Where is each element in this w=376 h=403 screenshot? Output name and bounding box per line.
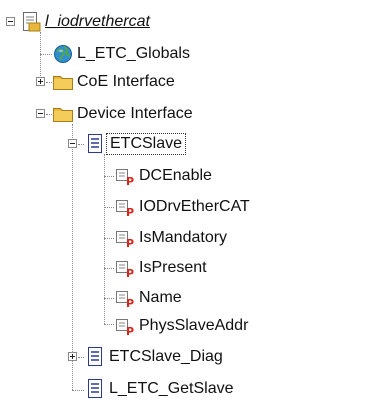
collapse-toggle-device-interface[interactable] xyxy=(36,109,45,118)
tree-node-label: Device Interface xyxy=(77,105,193,122)
tree-node-label-selected: ETCSlave xyxy=(106,133,187,155)
tree-node-label: L_ETC_Globals xyxy=(77,45,190,62)
tree-node-label: CoE Interface xyxy=(77,73,175,90)
folder-icon xyxy=(52,71,74,93)
tree-node-device-interface[interactable]: Device Interface xyxy=(52,100,196,128)
tree-node-label: ETCSlave_Diag xyxy=(109,348,223,365)
tree-node-property[interactable]: P Name xyxy=(114,284,185,312)
svg-text:P: P xyxy=(126,206,134,218)
tree-node-property[interactable]: P IODrvEtherCAT xyxy=(114,193,253,221)
tree-connector xyxy=(104,207,114,208)
function-block-icon xyxy=(84,346,106,368)
tree-connector xyxy=(72,124,73,390)
property-icon: P xyxy=(114,315,136,337)
library-document-icon xyxy=(20,11,42,33)
expand-toggle-coe-interface[interactable] xyxy=(36,77,45,86)
svg-text:P: P xyxy=(126,297,134,309)
tree-node-globals[interactable]: L_ETC_Globals xyxy=(52,40,193,68)
svg-text:P: P xyxy=(126,325,134,337)
property-icon: P xyxy=(114,287,136,309)
tree-node-label: l_iodrvethercat xyxy=(45,13,150,30)
library-tree: l_iodrvethercat L_ETC_Globals CoE Interf… xyxy=(0,0,376,403)
tree-connector xyxy=(104,238,114,239)
tree-node-label: Name xyxy=(139,289,182,306)
tree-connector xyxy=(104,298,114,299)
tree-node-property[interactable]: P IsPresent xyxy=(114,254,210,282)
tree-node-label: PhysSlaveAddr xyxy=(139,317,249,334)
function-block-icon xyxy=(84,133,106,155)
svg-text:P: P xyxy=(126,175,134,187)
svg-text:P: P xyxy=(126,267,134,279)
tree-node-property[interactable]: P IsMandatory xyxy=(114,224,230,252)
property-icon: P xyxy=(114,227,136,249)
tree-node-root[interactable]: l_iodrvethercat xyxy=(20,8,153,36)
svg-text:P: P xyxy=(126,237,134,249)
tree-connector xyxy=(104,268,114,269)
tree-node-get-slave[interactable]: L_ETC_GetSlave xyxy=(84,375,237,403)
tree-node-label: DCEnable xyxy=(139,167,212,184)
collapse-toggle-etcslave[interactable] xyxy=(68,139,77,148)
collapse-toggle-root[interactable] xyxy=(6,17,15,26)
tree-connector xyxy=(104,324,114,325)
tree-node-label: L_ETC_GetSlave xyxy=(109,380,234,397)
tree-connector xyxy=(72,390,84,391)
tree-node-etcslave-diag[interactable]: ETCSlave_Diag xyxy=(84,343,226,371)
function-block-icon xyxy=(84,378,106,400)
property-icon: P xyxy=(114,257,136,279)
tree-connector xyxy=(40,54,52,55)
tree-node-label: IODrvEtherCAT xyxy=(139,198,250,215)
tree-node-label: IsMandatory xyxy=(139,229,228,246)
expand-toggle-etcslave-diag[interactable] xyxy=(68,352,77,361)
folder-icon xyxy=(52,103,74,125)
globe-icon xyxy=(52,43,74,65)
tree-node-etcslave[interactable]: ETCSlave xyxy=(84,130,187,158)
tree-node-property[interactable]: P PhysSlaveAddr xyxy=(114,312,251,340)
property-icon: P xyxy=(114,196,136,218)
property-icon: P xyxy=(114,165,136,187)
tree-connector xyxy=(104,176,114,177)
tree-node-coe-interface[interactable]: CoE Interface xyxy=(52,68,178,96)
tree-node-label: IsPresent xyxy=(139,259,207,276)
tree-node-property[interactable]: P DCEnable xyxy=(114,162,215,190)
tree-connector xyxy=(40,32,41,82)
